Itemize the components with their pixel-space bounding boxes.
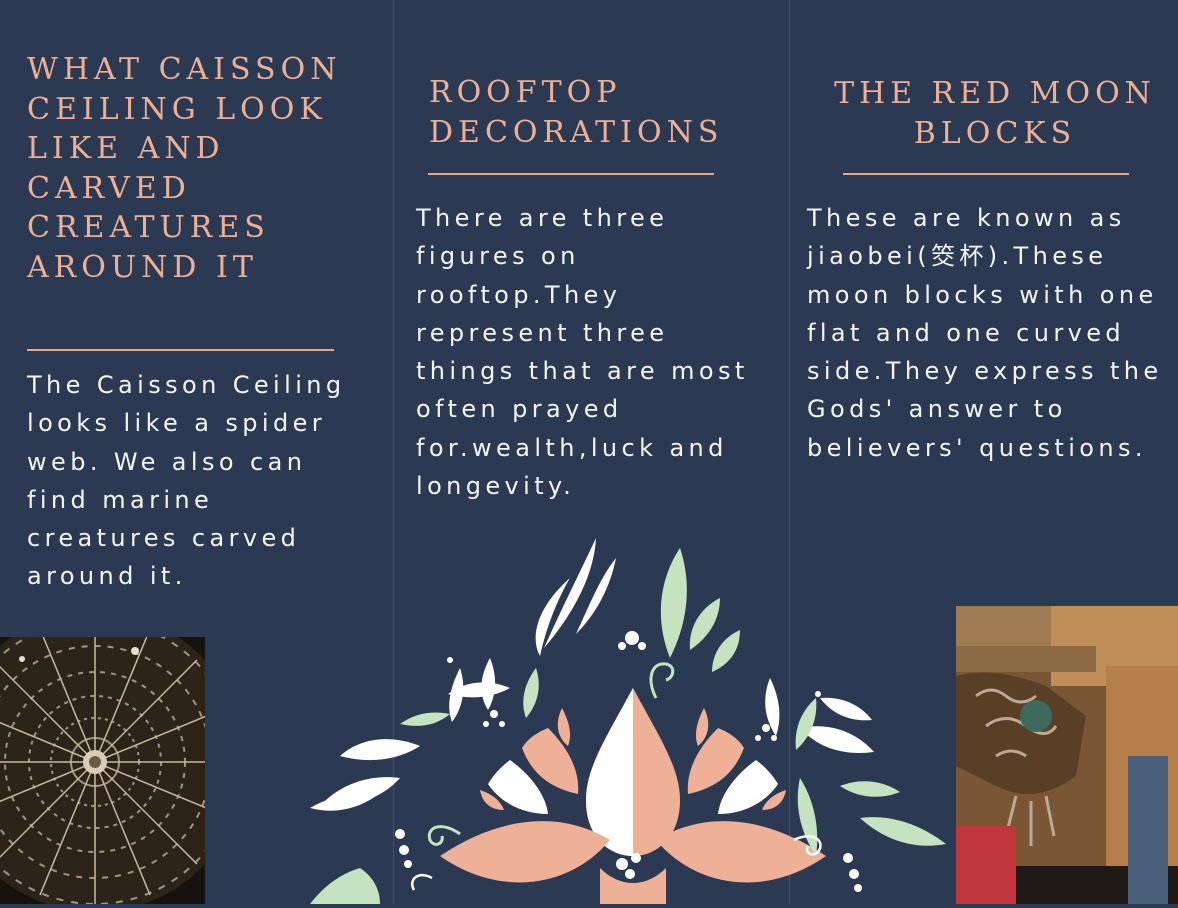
rooftop-decorations-divider	[428, 173, 714, 175]
caisson-ceiling-heading: WHAT CAISSON CEILING LOOK LIKE AND CARVE…	[27, 52, 342, 285]
caisson-ceiling-photo	[0, 637, 205, 904]
caisson-ceiling-divider	[27, 349, 334, 351]
red-moon-blocks-divider	[843, 173, 1129, 175]
red-moon-blocks-heading: THE RED MOON BLOCKS	[834, 76, 1156, 151]
rooftop-decorations-heading: ROOFTOP DECORATIONS	[429, 75, 724, 150]
red-moon-blocks-text: These are known as jiaobei(筊杯).These moo…	[807, 204, 1163, 462]
caisson-ceiling-text: The Caisson Ceiling looks like a spider …	[27, 371, 346, 591]
rooftop-decorations-text: There are three figures on rooftop.They …	[416, 204, 749, 501]
moon-blocks-photo	[956, 606, 1178, 904]
floral-ornament	[300, 538, 960, 904]
